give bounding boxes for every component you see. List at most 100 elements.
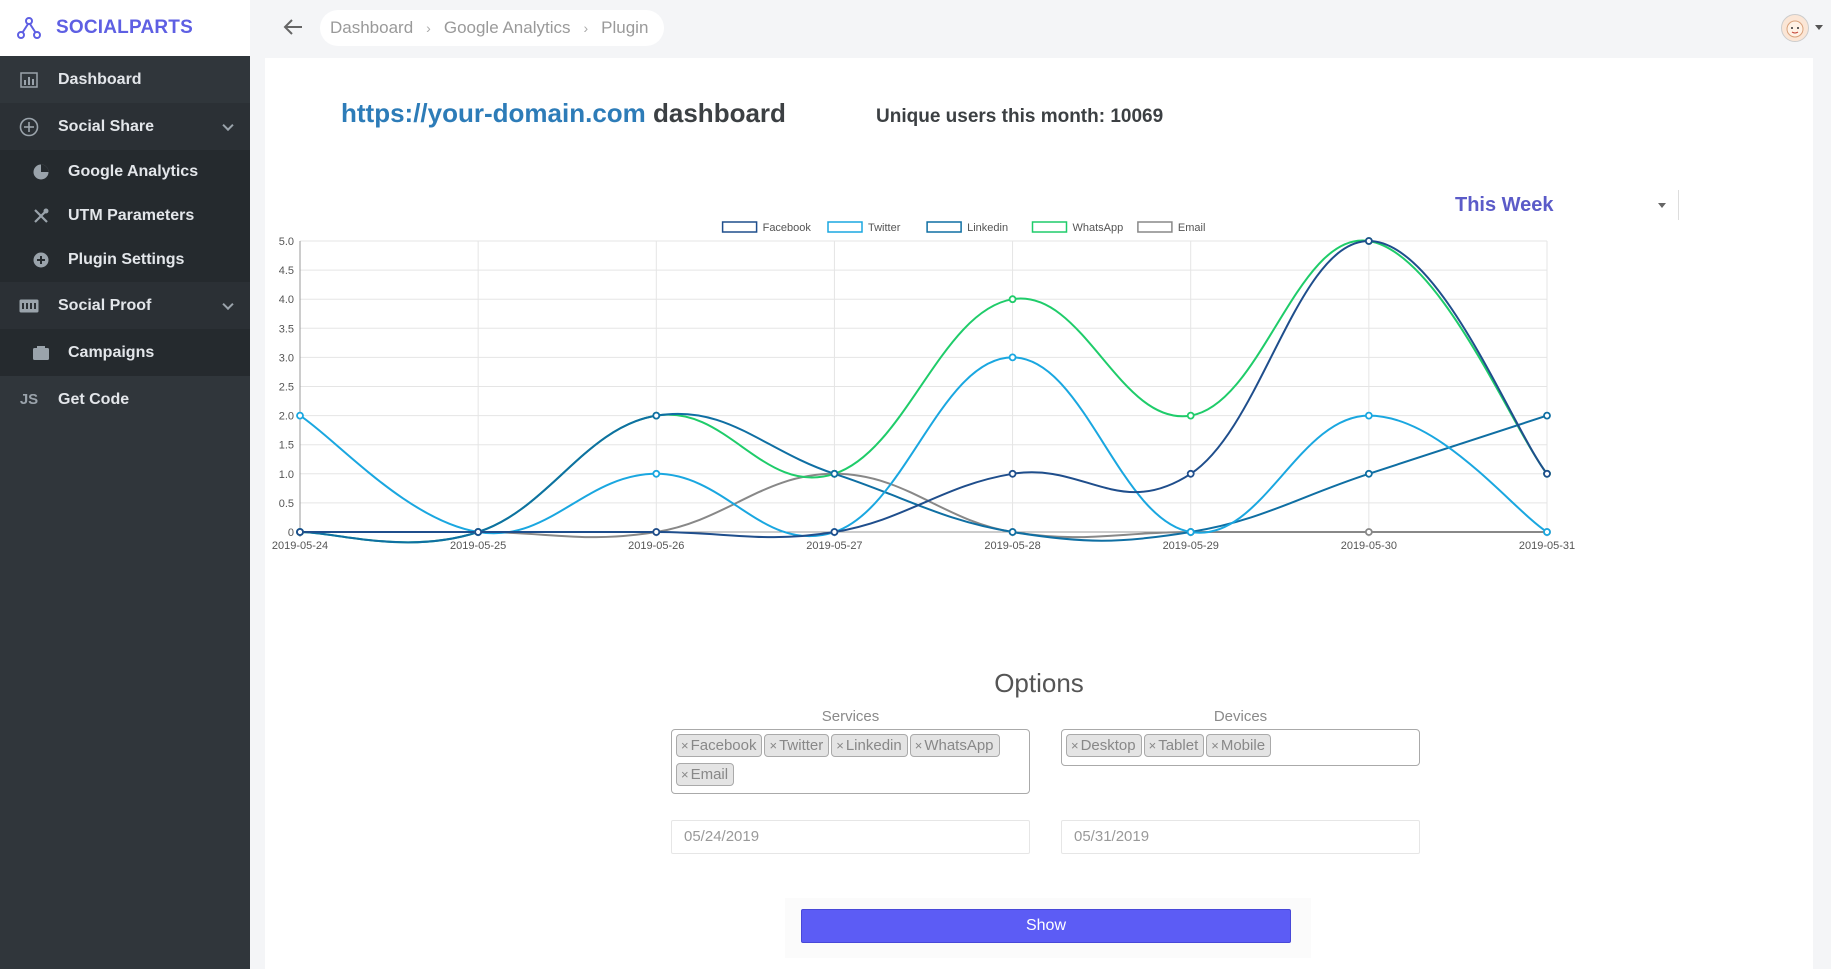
sidebar-item-dashboard[interactable]: Dashboard (0, 56, 250, 103)
x-tick-label: 2019-05-27 (806, 540, 862, 552)
chevron-down-icon (222, 119, 234, 131)
line-chart: 0 0.5 1.0 1.5 2.0 2.5 3.0 3.5 4.0 4.5 5.0 2019-05-2… (272, 221, 1575, 552)
x-tick-label: 2019-05-29 (1163, 540, 1219, 552)
chevron-down-icon (222, 298, 234, 310)
data-point-twitter (1543, 528, 1551, 536)
data-point-twitter (652, 469, 661, 478)
brand[interactable]: SOCIALPARTS (0, 0, 250, 56)
data-point-facebook (830, 528, 839, 536)
service-tag[interactable]: × Linkedin (831, 734, 908, 757)
y-tick-label: 5.0 (279, 236, 294, 248)
legend-label: WhatsApp (1073, 222, 1124, 234)
data-point-facebook (1008, 469, 1017, 478)
sidebar-item-label: Social Proof (58, 296, 152, 314)
end-date-input[interactable]: 05/31/2019 (1061, 820, 1420, 854)
y-tick-label: 0.5 (279, 498, 294, 510)
remove-tag-icon[interactable]: × (1211, 738, 1219, 753)
avatar[interactable] (1781, 14, 1809, 42)
data-point-twitter (1186, 528, 1195, 536)
remove-tag-icon[interactable]: × (836, 738, 844, 753)
tools-icon (30, 205, 52, 227)
series-line-whatsapp (299, 239, 1548, 544)
js-icon: JS (19, 391, 39, 408)
y-tick-label: 4.0 (279, 294, 294, 306)
x-tick-label: 2019-05-25 (450, 540, 506, 552)
data-point-linkedin (1364, 469, 1373, 478)
data-point-facebook (296, 528, 304, 536)
data-point-whatsapp (1186, 411, 1195, 420)
service-tag-label: WhatsApp (924, 737, 994, 754)
legend-label: Linkedin (967, 222, 1008, 234)
data-point-facebook (474, 528, 483, 536)
sidebar-item-campaigns[interactable]: Campaigns (0, 329, 250, 376)
sidebar: SOCIALPARTS Dashboard Social Share Googl… (0, 0, 250, 969)
service-tag[interactable]: × Email (676, 763, 735, 786)
share-icon (18, 116, 40, 138)
social-proof-submenu: Campaigns (0, 329, 250, 376)
legend-label: Facebook (763, 222, 812, 234)
service-tag-label: Twitter (779, 737, 824, 754)
service-tag[interactable]: × WhatsApp (909, 734, 1000, 757)
y-tick-label: 4.5 (279, 265, 294, 277)
legend-swatch (1031, 221, 1068, 233)
device-tag-label: Mobile (1220, 737, 1266, 754)
service-tag[interactable]: × Twitter (764, 734, 830, 757)
start-date-input[interactable]: 05/24/2019 (671, 820, 1030, 854)
series-line-linkedin (299, 412, 1548, 544)
y-tick-label: 2.0 (279, 411, 294, 423)
x-tick-label: 2019-05-30 (1341, 540, 1397, 552)
topbar: Dashboard › Google Analytics › Plugin (250, 0, 1831, 56)
y-tick-label: 2.5 (279, 382, 294, 394)
remove-tag-icon[interactable]: × (915, 738, 923, 753)
sidebar-item-get-code[interactable]: JS Get Code (0, 376, 250, 423)
sidebar-item-label: Dashboard (58, 70, 142, 88)
sidebar-item-google-analytics[interactable]: Google Analytics (0, 150, 250, 194)
avatar-caret-icon[interactable] (1815, 25, 1823, 30)
show-button[interactable]: Show (801, 909, 1291, 943)
device-tag[interactable]: × Mobile (1206, 734, 1272, 757)
y-tick-label: 0 (288, 527, 294, 539)
breadcrumb-item[interactable]: Dashboard (330, 18, 413, 38)
social-share-submenu: Google Analytics UTM Parameters Plugin S… (0, 150, 250, 282)
service-tag-label: Email (690, 766, 729, 783)
device-tag[interactable]: × Tablet (1143, 734, 1205, 757)
remove-tag-icon[interactable]: × (681, 738, 689, 753)
service-tag[interactable]: × Facebook (676, 734, 763, 757)
data-point-twitter (296, 411, 304, 420)
sidebar-item-plugin-settings[interactable]: Plugin Settings (0, 238, 250, 282)
bar-chart-icon (18, 69, 40, 91)
devices-select[interactable]: × Desktop × Tablet × Mobile (1061, 729, 1420, 766)
devices-label: Devices (1213, 708, 1268, 725)
legend-swatch (721, 221, 758, 233)
sidebar-item-utm-parameters[interactable]: UTM Parameters (0, 194, 250, 238)
sidebar-item-label: Plugin Settings (68, 251, 185, 268)
series-line-twitter (299, 356, 1548, 538)
back-arrow-icon[interactable] (282, 16, 306, 40)
y-tick-label: 3.0 (279, 352, 294, 364)
sidebar-item-social-share[interactable]: Social Share (0, 103, 250, 150)
data-point-facebook (652, 528, 661, 536)
main-card: https://your-domain.com dashboard Unique… (265, 58, 1813, 969)
device-tag[interactable]: × Desktop (1066, 734, 1142, 757)
remove-tag-icon[interactable]: × (1149, 738, 1157, 753)
x-tick-label: 2019-05-26 (628, 540, 684, 552)
device-tag-label: Desktop (1080, 737, 1136, 754)
remove-tag-icon[interactable]: × (681, 767, 689, 782)
x-tick-label: 2019-05-31 (1519, 540, 1575, 552)
breadcrumb-item[interactable]: Google Analytics (444, 18, 571, 38)
folder-icon (30, 342, 52, 364)
sidebar-item-label: Campaigns (68, 343, 155, 361)
service-tag-label: Facebook (690, 737, 757, 754)
remove-tag-icon[interactable]: × (1071, 738, 1079, 753)
data-point-twitter (1008, 353, 1017, 362)
brand-name: SOCIALPARTS (56, 17, 193, 38)
options-title: Options (994, 668, 1084, 698)
services-select[interactable]: × Facebook × Twitter × Linkedin × WhatsApp× Emai… (671, 729, 1030, 794)
brand-logo-icon (17, 17, 41, 39)
device-tag-label: Tablet (1158, 737, 1199, 754)
sidebar-item-social-proof[interactable]: Social Proof (0, 282, 250, 329)
legend-label: Email (1178, 222, 1206, 234)
legend-swatch (827, 221, 863, 233)
remove-tag-icon[interactable]: × (769, 738, 777, 753)
new-badge-icon (18, 295, 40, 317)
